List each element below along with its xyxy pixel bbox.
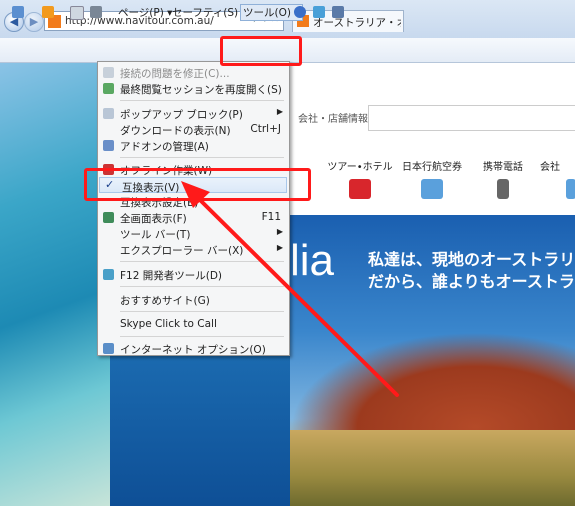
arrow-shaft (194, 194, 399, 397)
annotation-arrow (181, 181, 399, 397)
